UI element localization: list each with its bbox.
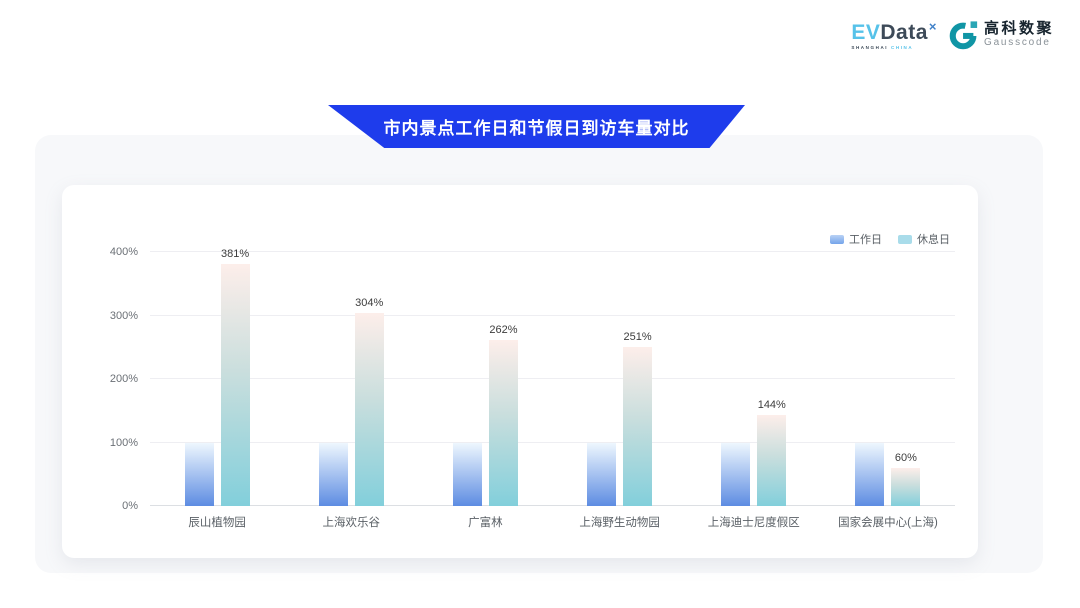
y-axis-tick: 200%: [110, 373, 138, 385]
x-axis-labels: 辰山植物园上海欢乐谷广富林上海野生动物园上海迪士尼度假区国家会展中心(上海): [150, 514, 955, 530]
y-axis-tick: 0%: [122, 500, 138, 512]
bar-value-label: 60%: [895, 452, 917, 464]
x-axis-label: 广富林: [418, 514, 552, 530]
evdata-logo: EVData× SHANGHAI CHINA: [851, 20, 937, 51]
legend-swatch-icon: [898, 235, 912, 244]
chart-legend: 工作日 休息日: [830, 231, 950, 247]
y-axis-tick: 400%: [110, 246, 138, 258]
chart-card: 工作日 休息日 0% 100% 200% 300% 400% 381% 304% 262% 251…: [62, 185, 978, 558]
bar-workday: [721, 443, 750, 507]
bar-pair: 262%: [453, 252, 518, 506]
bar-value-label: 251%: [624, 331, 652, 343]
bar-group: 60%: [821, 252, 955, 506]
evdata-data-text: Data: [880, 21, 928, 44]
bar-workday: [855, 443, 884, 507]
chart-plot: 0%100%200%300%400%381%304%262%251%144%60…: [150, 252, 955, 506]
x-axis-label: 上海迪士尼度假区: [687, 514, 821, 530]
evdata-ev-text: EV: [851, 21, 880, 44]
chart-title-banner: 市内景点工作日和节假日到访车量对比: [328, 105, 745, 148]
bar-group: 381%: [150, 252, 284, 506]
bar-restday: 304%: [355, 313, 384, 506]
bar-group: 144%: [687, 252, 821, 506]
bar-restday: 262%: [489, 340, 518, 506]
chart-panel: 工作日 休息日 0% 100% 200% 300% 400% 381% 304% 262% 251…: [35, 135, 1043, 573]
bar-workday: [453, 443, 482, 507]
evdata-x-mark: ×: [929, 19, 937, 34]
x-axis-label: 上海欢乐谷: [284, 514, 418, 530]
gausscode-g-icon: [949, 20, 979, 50]
bar-restday: 60%: [891, 468, 920, 506]
bar-value-label: 262%: [489, 324, 517, 336]
bar-restday: 381%: [221, 264, 250, 506]
legend-label: 休息日: [917, 231, 950, 247]
gausscode-en-name: Gausscode: [984, 37, 1054, 49]
legend-item-workday[interactable]: 工作日: [830, 231, 882, 247]
bar-pair: 251%: [587, 252, 652, 506]
bar-group: 262%: [418, 252, 552, 506]
y-axis-tick: 100%: [110, 437, 138, 449]
y-axis-tick: 300%: [110, 310, 138, 322]
bar-restday: 251%: [623, 347, 652, 506]
x-axis-label: 辰山植物园: [150, 514, 284, 530]
x-axis-label: 国家会展中心(上海): [821, 514, 955, 530]
bar-pair: 144%: [721, 252, 786, 506]
legend-label: 工作日: [849, 231, 882, 247]
gausscode-logo: 高科数聚 Gausscode: [949, 20, 1054, 50]
legend-item-restday[interactable]: 休息日: [898, 231, 950, 247]
bar-workday: [587, 443, 616, 507]
page: EVData× SHANGHAI CHINA 高科数聚 Gausscode 市内…: [0, 0, 1080, 608]
chart-title: 市内景点工作日和节假日到访车量对比: [384, 114, 690, 139]
bar-workday: [185, 443, 214, 507]
bar-pair: 304%: [319, 252, 384, 506]
bar-value-label: 381%: [221, 248, 249, 260]
x-axis-label: 上海野生动物园: [553, 514, 687, 530]
bar-pair: 60%: [855, 252, 920, 506]
bar-groups: 381% 304% 262% 251% 144% 60%: [150, 252, 955, 506]
legend-swatch-icon: [830, 235, 844, 244]
gausscode-text: 高科数聚 Gausscode: [984, 21, 1054, 50]
evdata-logo-subtext: SHANGHAI CHINA: [851, 46, 937, 51]
bar-value-label: 144%: [758, 399, 786, 411]
bar-value-label: 304%: [355, 297, 383, 309]
bar-group: 251%: [553, 252, 687, 506]
evdata-logo-text: EVData×: [851, 20, 937, 43]
bar-pair: 381%: [185, 252, 250, 506]
bar-group: 304%: [284, 252, 418, 506]
bar-restday: 144%: [757, 415, 786, 506]
gausscode-cn-name: 高科数聚: [984, 21, 1054, 38]
header-logos: EVData× SHANGHAI CHINA 高科数聚 Gausscode: [851, 20, 1054, 51]
bar-workday: [319, 443, 348, 507]
